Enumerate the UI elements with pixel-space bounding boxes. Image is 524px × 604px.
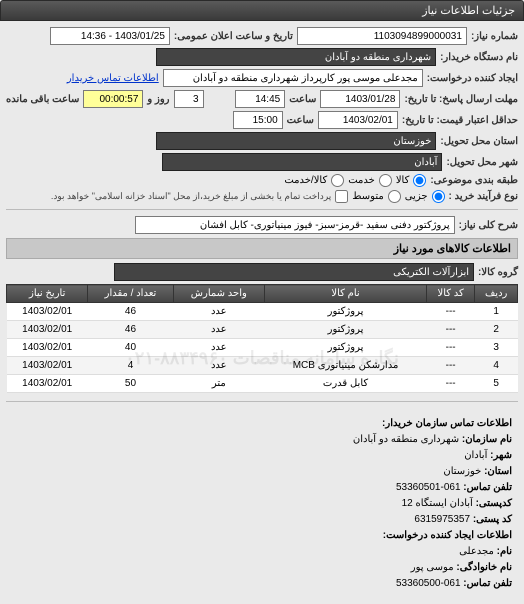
radio-goods-label: کالا	[396, 175, 410, 186]
fld-city: آبادان	[162, 153, 442, 171]
table-row: 2 --- پروژکتور عدد 46 1403/02/01	[7, 321, 518, 339]
fld-goods-group: ابزارآلات الکتریکی	[114, 263, 474, 281]
fld-deadline-date: 1403/01/28	[320, 90, 400, 108]
section-goods-info: اطلاعات کالاهای مورد نیاز	[6, 238, 518, 259]
panel-header: جزئیات اطلاعات نیاز	[0, 0, 524, 21]
val-org-name: شهرداری منطقه دو آبادان	[353, 434, 459, 445]
radio-medium-label: متوسط	[352, 191, 383, 202]
lbl-validity: حداقل اعتبار قیمت: تا تاریخ:	[402, 115, 518, 126]
lbl-gen-desc: شرح کلی نیاز:	[459, 220, 518, 231]
fld-req-no: 1103094899000031	[297, 27, 467, 45]
lbl-buy-note: پرداخت تمام یا بخشی از مبلغ خرید،از محل …	[51, 191, 331, 202]
lbl-phone2: تلفن تماس:	[463, 578, 512, 589]
lbl-buyer-name: نام دستگاه خریدار:	[440, 52, 518, 63]
lbl-buy-type: نوع فرآیند خرید :	[449, 191, 518, 202]
lbl-hour1: ساعت	[289, 94, 316, 105]
lbl-city: شهر محل تحویل:	[446, 157, 518, 168]
lbl-province: استان محل تحویل:	[440, 136, 518, 147]
radio-medium[interactable]: متوسط	[352, 190, 400, 203]
th-code: کد کالا	[426, 285, 474, 303]
table-row: 3 --- پروژکتور عدد 40 1403/02/01	[7, 339, 518, 357]
radio-goods-service-input[interactable]	[331, 174, 344, 187]
fld-gen-desc: پروژکتور دفنی سفید -قرمز-سبز- فیوز مینیا…	[135, 216, 455, 234]
radio-service[interactable]: خدمت	[348, 174, 392, 187]
goods-tbody: 1 --- پروژکتور عدد 46 1403/02/01 2 --- پ…	[7, 303, 518, 393]
lbl-phone: تلفن تماس:	[463, 482, 512, 493]
radio-partial-input[interactable]	[432, 190, 445, 203]
lbl-and: روز و	[147, 94, 169, 105]
fld-validity-time: 15:00	[233, 111, 283, 129]
panel-title: جزئیات اطلاعات نیاز	[422, 5, 515, 17]
lbl-deadline: مهلت ارسال پاسخ: تا تاریخ:	[404, 94, 518, 105]
th-qty: تعداد / مقدار	[88, 285, 173, 303]
lbl-remain: ساعت باقی مانده	[6, 94, 79, 105]
radio-medium-input[interactable]	[388, 190, 401, 203]
fld-buyer-name: شهرداری منطقه دو آبادان	[156, 48, 436, 66]
radio-service-label: خدمت	[348, 175, 375, 186]
val-city2: آبادان	[464, 450, 487, 461]
fld-validity-date: 1403/02/01	[318, 111, 398, 129]
lbl-subject-cat: طبقه بندی موضوعی:	[430, 175, 518, 186]
lbl-req-no: شماره نیاز:	[471, 31, 518, 42]
link-buyer-contact[interactable]: اطلاعات تماس خریدار	[67, 73, 159, 84]
goods-table: ردیف کد کالا نام کالا واحد شمارش تعداد /…	[6, 284, 518, 393]
radio-partial[interactable]: جزیی	[405, 190, 445, 203]
lbl-requester: ایجاد کننده درخواست:	[427, 73, 518, 84]
val-province2: خوزستان	[443, 466, 481, 477]
lbl-org-contact: اطلاعات تماس سازمان خریدار:	[382, 418, 512, 429]
lbl-hour2: ساعت	[287, 115, 314, 126]
fld-public-dt: 1403/01/25 - 14:36	[50, 27, 170, 45]
val-fname: مجدعلی	[459, 546, 494, 557]
table-row: 1 --- پروژکتور عدد 46 1403/02/01	[7, 303, 518, 321]
val-address: آبادان ایستگاه 12	[402, 498, 473, 509]
table-row: 4 --- مدارشکن مینیاتوری MCB عدد 4 1403/0…	[7, 357, 518, 375]
th-row: ردیف	[475, 285, 518, 303]
lbl-postal: کد پستی:	[473, 514, 512, 525]
fld-remain-time: 00:00:57	[83, 90, 143, 108]
lbl-lname: نام خانوادگی:	[456, 562, 512, 573]
radio-partial-label: جزیی	[405, 191, 428, 202]
lbl-address: کدپستی:	[476, 498, 512, 509]
radio-goods-service[interactable]: کالا/خدمت	[284, 174, 344, 187]
contact-section: اطلاعات تماس سازمان خریدار: نام سازمان: …	[6, 410, 518, 598]
lbl-public-dt: تاریخ و ساعت اعلان عمومی:	[174, 31, 293, 42]
lbl-org-name: نام سازمان:	[462, 434, 512, 445]
lbl-fname: نام:	[497, 546, 512, 557]
fld-province: خوزستان	[156, 132, 436, 150]
lbl-goods-group: گروه کالا:	[478, 267, 518, 278]
fld-deadline-time: 14:45	[235, 90, 285, 108]
chk-treasury[interactable]	[335, 190, 348, 203]
radio-goods-service-label: کالا/خدمت	[284, 175, 327, 186]
table-row: 5 --- کابل قدرت متر 50 1403/02/01	[7, 375, 518, 393]
form-area: شماره نیاز: 1103094899000031 تاریخ و ساع…	[0, 21, 524, 604]
fld-requester: مجدعلی موسی پور کارپرداز شهرداری منطقه د…	[163, 69, 423, 87]
val-phone2: 061-53360500	[396, 578, 461, 589]
radio-goods-input[interactable]	[413, 174, 426, 187]
fld-remain-days: 3	[174, 90, 204, 108]
lbl-city2: شهر:	[490, 450, 512, 461]
val-phone: 061-53360501	[396, 482, 461, 493]
th-date: تاریخ نیاز	[7, 285, 88, 303]
th-unit: واحد شمارش	[173, 285, 265, 303]
lbl-req-creator: اطلاعات ایجاد کننده درخواست:	[383, 530, 512, 541]
val-lname: موسی پور	[411, 562, 454, 573]
radio-service-input[interactable]	[379, 174, 392, 187]
lbl-province2: استان:	[484, 466, 512, 477]
th-name-col: نام کالا	[265, 285, 427, 303]
val-postal: 6315975357	[414, 514, 470, 525]
radio-goods[interactable]: کالا	[396, 174, 427, 187]
